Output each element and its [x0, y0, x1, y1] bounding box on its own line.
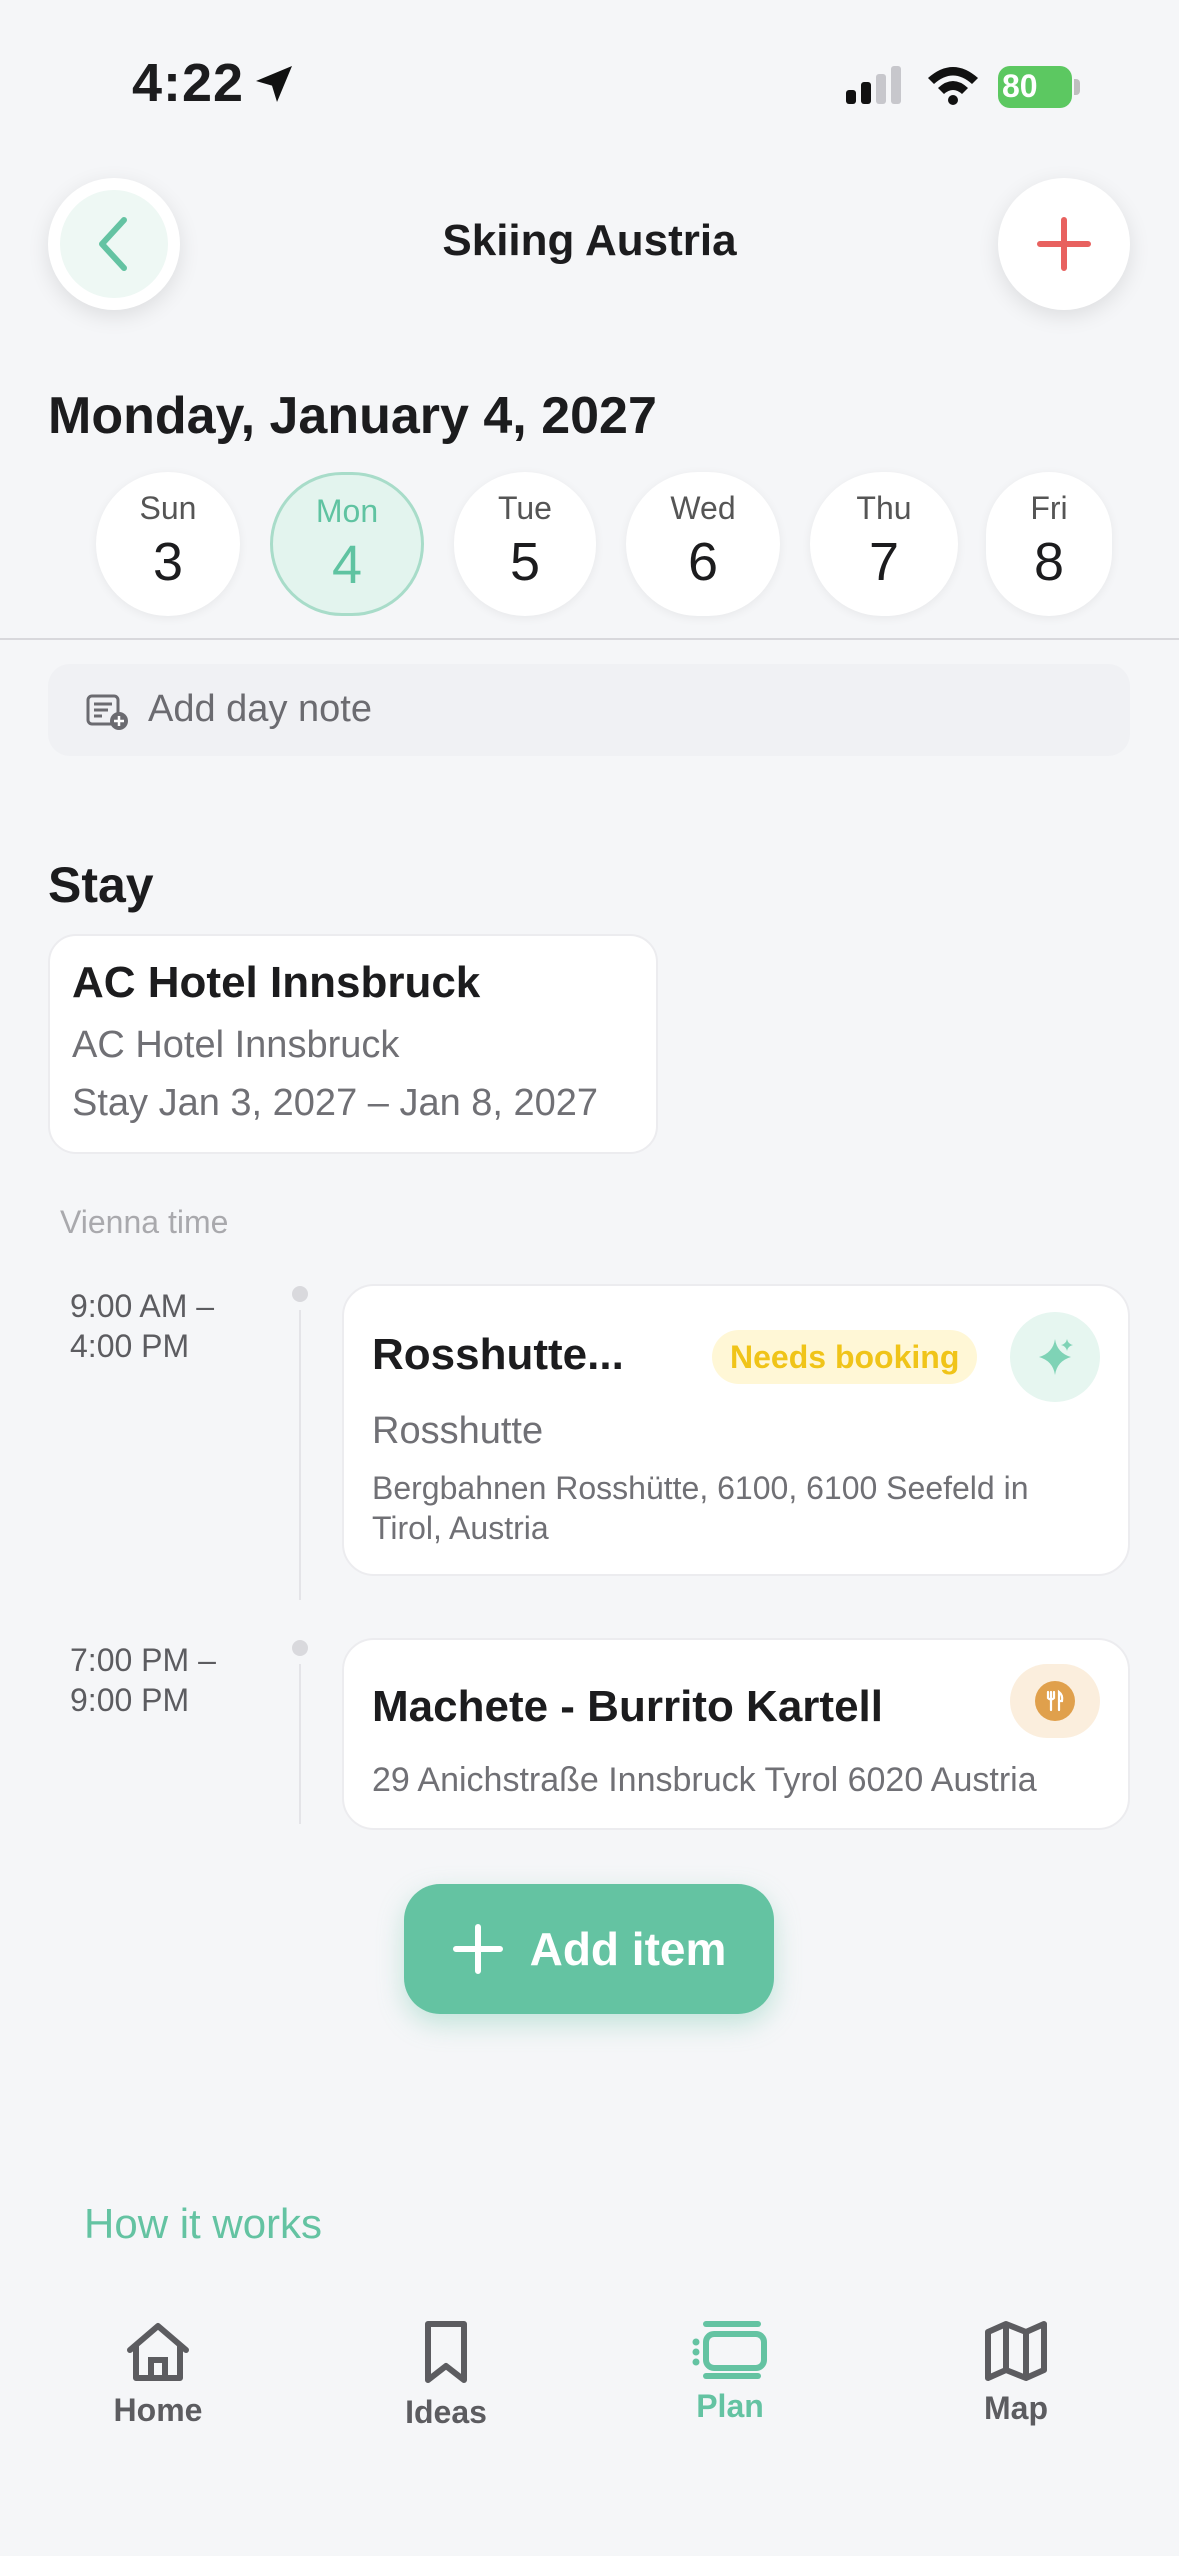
event-time-start: 7:00 PM –: [70, 1642, 216, 1678]
day-number: 3: [152, 532, 184, 592]
day-name: Tue: [498, 490, 552, 526]
day-name: Thu: [856, 490, 912, 526]
timeline-line: [299, 1310, 301, 1600]
event-time-start: 9:00 AM –: [70, 1288, 215, 1324]
day-fri[interactable]: Fri 8: [986, 472, 1112, 616]
event-title: Rosshutte...: [372, 1330, 624, 1379]
day-number: 7: [868, 532, 900, 592]
status-time: 4:22: [132, 53, 245, 113]
day-number: 6: [687, 532, 719, 592]
tab-label: Plan: [696, 2388, 764, 2424]
wifi-icon: [928, 67, 978, 105]
date-title: Monday, January 4, 2027: [48, 387, 657, 445]
divider: [0, 638, 1179, 640]
stay-subtitle: AC Hotel Innsbruck: [72, 1024, 400, 1066]
utensils-icon: [1046, 1689, 1064, 1712]
timezone-label: Vienna time: [60, 1204, 229, 1240]
day-name: Fri: [1030, 490, 1068, 526]
stay-name: AC Hotel Innsbruck: [72, 958, 481, 1007]
tab-ideas[interactable]: Ideas: [346, 2320, 546, 2431]
tab-label: Ideas: [405, 2394, 487, 2430]
timeline-line: [299, 1664, 301, 1824]
event-subtitle: Rosshutte: [372, 1410, 544, 1452]
event-address: 29 Anichstraße Innsbruck Tyrol 6020 Aust…: [372, 1761, 1037, 1799]
restaurant-category-button[interactable]: [1010, 1664, 1100, 1738]
plus-icon: [1037, 217, 1091, 271]
add-item-label: Add item: [529, 1923, 727, 1975]
bookmark-icon: [425, 2321, 467, 2383]
event-address: Bergbahnen Rosshütte, 6100, 6100 Seefeld…: [372, 1470, 1029, 1546]
tab-label: Map: [984, 2390, 1048, 2426]
timeline-dot: [292, 1640, 308, 1656]
day-mon[interactable]: Mon 4: [270, 472, 424, 616]
day-name: Mon: [315, 493, 379, 529]
day-tue[interactable]: Tue 5: [454, 472, 596, 616]
ai-suggest-button[interactable]: [1010, 1312, 1100, 1402]
add-item-button[interactable]: Add item: [404, 1884, 774, 2014]
event-title: Machete - Burrito Kartell: [372, 1682, 883, 1731]
tab-label: Home: [113, 2392, 203, 2428]
day-number: 5: [509, 532, 541, 592]
day-sun[interactable]: Sun 3: [96, 472, 240, 616]
event-card-machete[interactable]: [342, 1638, 1130, 1830]
day-name: Wed: [670, 490, 736, 526]
tab-plan[interactable]: Plan: [630, 2320, 830, 2425]
stay-dates: Stay Jan 3, 2027 – Jan 8, 2027: [72, 1082, 599, 1124]
add-day-note-label: Add day note: [148, 688, 372, 730]
plus-icon: [452, 1924, 503, 1974]
add-button[interactable]: [998, 178, 1130, 310]
stay-heading: Stay: [48, 857, 154, 913]
map-icon: [985, 2321, 1047, 2381]
how-it-works-link[interactable]: How it works: [84, 2200, 322, 2248]
sparkle-icon: [1039, 1339, 1073, 1375]
day-number: 8: [1033, 532, 1065, 592]
battery-level: 80: [1002, 68, 1038, 104]
location-arrow-icon: [256, 66, 292, 102]
plan-icon: [692, 2321, 767, 2379]
timeline-dot: [292, 1286, 308, 1302]
day-number: 4: [331, 535, 363, 595]
note-add-icon: [86, 694, 128, 730]
day-name: Sun: [139, 490, 197, 526]
event-time-end: 9:00 PM: [70, 1682, 190, 1718]
day-wed[interactable]: Wed 6: [626, 472, 780, 616]
battery-icon: 80: [998, 66, 1080, 108]
tab-map[interactable]: Map: [916, 2320, 1116, 2427]
needs-booking-badge: Needs booking: [712, 1330, 978, 1384]
cellular-signal-icon: [846, 66, 901, 104]
event-time-end: 4:00 PM: [70, 1328, 190, 1364]
day-thu[interactable]: Thu 7: [810, 472, 958, 616]
home-icon: [127, 2323, 189, 2381]
tab-home[interactable]: Home: [58, 2320, 258, 2429]
